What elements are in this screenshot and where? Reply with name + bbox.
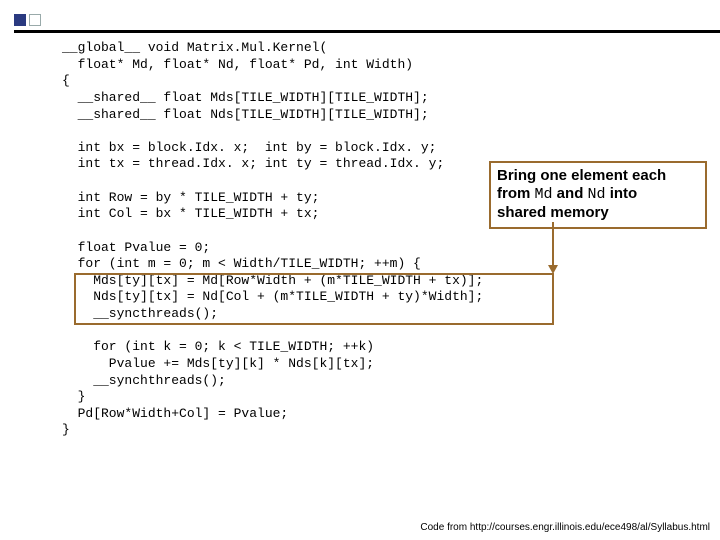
code-line: Pvalue += Mds[ty][k] * Nds[k][tx]; bbox=[62, 356, 374, 371]
callout-arrow-head bbox=[548, 265, 558, 274]
header-rule bbox=[14, 30, 720, 33]
slide-decoration bbox=[14, 14, 41, 26]
deco-square-filled bbox=[14, 14, 26, 26]
code-line: for (int k = 0; k < TILE_WIDTH; ++k) bbox=[62, 339, 374, 354]
callout-text: from bbox=[497, 185, 535, 202]
code-line: __syncthreads(); bbox=[62, 306, 218, 321]
callout-code: Nd bbox=[588, 186, 606, 203]
code-line: int Row = by * TILE_WIDTH + ty; bbox=[62, 190, 319, 205]
code-line: int Col = bx * TILE_WIDTH + tx; bbox=[62, 206, 319, 221]
code-line: __global__ void Matrix.Mul.Kernel( bbox=[62, 40, 327, 55]
code-line: __synchthreads(); bbox=[62, 373, 226, 388]
code-line: float Pvalue = 0; bbox=[62, 240, 210, 255]
callout-text: into bbox=[606, 185, 638, 202]
code-line: Mds[ty][tx] = Md[Row*Width + (m*TILE_WID… bbox=[62, 273, 483, 288]
code-line: __shared__ float Nds[TILE_WIDTH][TILE_WI… bbox=[62, 107, 429, 122]
code-line: int tx = thread.Idx. x; int ty = thread.… bbox=[62, 156, 444, 171]
code-line: } bbox=[62, 422, 70, 437]
code-line: __shared__ float Mds[TILE_WIDTH][TILE_WI… bbox=[62, 90, 429, 105]
code-line: Pd[Row*Width+Col] = Pvalue; bbox=[62, 406, 288, 421]
credit-text: Code from http://courses.engr.illinois.e… bbox=[420, 522, 710, 533]
callout-text: shared memory bbox=[497, 204, 609, 221]
callout-code: Md bbox=[535, 186, 553, 203]
code-line: float* Md, float* Nd, float* Pd, int Wid… bbox=[62, 57, 413, 72]
code-line: } bbox=[62, 389, 85, 404]
deco-square-outline bbox=[29, 14, 41, 26]
code-line: int bx = block.Idx. x; int by = block.Id… bbox=[62, 140, 436, 155]
callout-box: Bring one element each from Md and Nd in… bbox=[489, 161, 707, 229]
callout-text: Bring one element each bbox=[497, 167, 666, 184]
code-line: for (int m = 0; m < Width/TILE_WIDTH; ++… bbox=[62, 256, 421, 271]
code-block: __global__ void Matrix.Mul.Kernel( float… bbox=[62, 40, 700, 439]
code-line: Nds[ty][tx] = Nd[Col + (m*TILE_WIDTH + t… bbox=[62, 289, 483, 304]
code-line: { bbox=[62, 73, 70, 88]
callout-text: and bbox=[553, 185, 588, 202]
